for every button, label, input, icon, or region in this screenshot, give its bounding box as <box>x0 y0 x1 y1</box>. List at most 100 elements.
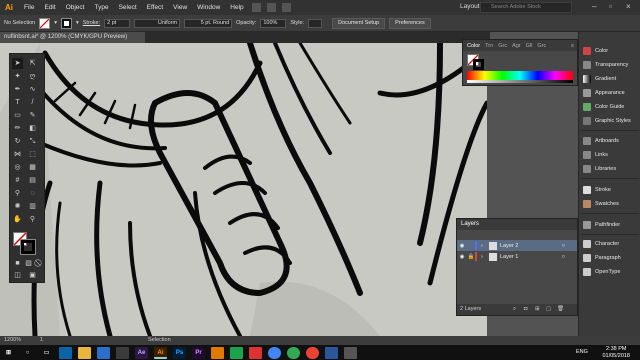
target-circle-icon[interactable]: ○ <box>562 254 565 260</box>
line-tool-icon[interactable]: / <box>27 97 38 108</box>
gradient-mode-icon[interactable]: ▧ <box>23 258 34 269</box>
make-clipping-mask-icon[interactable]: ◘ <box>524 304 527 315</box>
rotate-tool-icon[interactable]: ↻ <box>12 136 23 147</box>
tab-transparency[interactable]: Trn <box>485 43 493 49</box>
expand-arrow-icon[interactable]: › <box>481 254 489 260</box>
task-view-icon[interactable]: ▭ <box>40 347 53 359</box>
lasso-tool-icon[interactable]: ღ <box>27 71 38 82</box>
selection-tool-icon[interactable]: ➤ <box>12 58 23 69</box>
document-tab[interactable]: nuflinbsnt.ai* @ 1200% (CMYK/GPU Preview… <box>0 32 145 43</box>
zoom-level[interactable]: 1200% <box>4 336 21 345</box>
type-tool-icon[interactable]: T <box>12 97 23 108</box>
draw-mode-icon[interactable]: ◫ <box>12 270 23 281</box>
blend-tool-icon[interactable]: ◌ <box>27 188 38 199</box>
panel-libraries[interactable]: Libraries <box>583 162 639 175</box>
width-tool-icon[interactable]: ⋈ <box>12 149 23 160</box>
search-icon[interactable]: ○ <box>21 347 34 359</box>
panel-artboards[interactable]: Artboards <box>583 134 639 147</box>
stroke-swatch[interactable] <box>60 17 72 29</box>
new-sublayer-icon[interactable]: ⊞ <box>535 304 540 315</box>
panel-swatches[interactable]: Swatches <box>583 197 639 210</box>
menu-object[interactable]: Object <box>66 4 85 11</box>
menu-type[interactable]: Type <box>94 4 108 11</box>
fill-dropdown-icon[interactable]: ▾ <box>54 20 57 26</box>
panel-links[interactable]: Links <box>583 148 639 161</box>
opacity-field[interactable]: 100% <box>260 18 287 28</box>
visibility-eye-icon[interactable]: ◉ <box>457 254 467 260</box>
scale-tool-icon[interactable]: ⤡ <box>27 136 38 147</box>
panel-paragraph[interactable]: Paragraph <box>583 251 639 264</box>
chrome-icon[interactable] <box>268 346 281 359</box>
stroke-color-box[interactable] <box>20 239 36 255</box>
panel-color-guide[interactable]: Color Guide <box>583 100 639 113</box>
color-stroke-swatch[interactable] <box>473 59 484 70</box>
menu-file[interactable]: File <box>24 4 34 11</box>
menu-view[interactable]: View <box>173 4 187 11</box>
curvature-tool-icon[interactable]: ∿ <box>27 84 38 95</box>
app-icon[interactable] <box>344 346 357 359</box>
tab-graphic-styles[interactable]: Grc <box>537 43 546 49</box>
language-indicator[interactable]: ENG <box>576 349 588 355</box>
mesh-tool-icon[interactable]: # <box>12 175 23 186</box>
panel-stroke[interactable]: Stroke <box>583 183 639 196</box>
perspective-grid-tool-icon[interactable]: ▦ <box>27 162 38 173</box>
app-icon[interactable] <box>249 346 262 359</box>
chrome-icon[interactable] <box>306 346 319 359</box>
locate-object-icon[interactable]: ⌕ <box>513 304 516 315</box>
system-clock[interactable]: 2:38 PM 01/05/2018 <box>602 346 630 359</box>
panel-opentype[interactable]: OpenType <box>583 265 639 278</box>
new-layer-icon[interactable]: ▢ <box>546 304 551 315</box>
variable-width-profile[interactable]: Uniform <box>134 18 181 28</box>
screen-mode-icon[interactable]: ▣ <box>27 270 38 281</box>
panel-pathfinder[interactable]: Pathfinder <box>583 218 639 231</box>
tab-appearance[interactable]: Agr <box>512 43 521 49</box>
brush-definition[interactable]: 5 pt. Round <box>184 18 233 28</box>
color-spectrum[interactable] <box>467 71 573 80</box>
visibility-eye-icon[interactable]: ◉ <box>457 243 467 249</box>
gradient-tool-icon[interactable]: ▤ <box>27 175 38 186</box>
panel-character[interactable]: Character <box>583 237 639 250</box>
direct-selection-tool-icon[interactable]: ⇱ <box>27 58 38 69</box>
eraser-tool-icon[interactable]: ◧ <box>27 123 38 134</box>
app-icon[interactable] <box>230 346 243 359</box>
tab-color[interactable]: Color <box>467 43 480 49</box>
none-mode-icon[interactable]: ⃠ <box>34 258 45 269</box>
shape-builder-tool-icon[interactable]: ◎ <box>12 162 23 173</box>
panel-appearance[interactable]: Appearance <box>583 86 639 99</box>
illustrator-icon[interactable]: Ai <box>154 346 167 359</box>
vlc-icon[interactable] <box>211 346 224 359</box>
menu-help[interactable]: Help <box>230 4 243 11</box>
layers-panel-title[interactable]: Layers <box>457 219 577 230</box>
brush-icon[interactable] <box>281 3 291 12</box>
bridge-icon[interactable] <box>251 3 261 12</box>
lock-icon[interactable]: 🔒 <box>467 254 475 260</box>
file-explorer-icon[interactable] <box>78 346 91 359</box>
panel-color[interactable]: Color <box>583 44 639 57</box>
menu-effect[interactable]: Effect <box>147 4 164 11</box>
windows-start-icon[interactable]: ⊞ <box>2 347 15 359</box>
minimize-icon[interactable]: – <box>592 2 596 11</box>
stroke-label[interactable]: Stroke: <box>83 20 100 26</box>
menu-edit[interactable]: Edit <box>44 4 55 11</box>
symbol-sprayer-tool-icon[interactable]: ✺ <box>12 201 23 212</box>
expand-arrow-icon[interactable]: › <box>481 243 489 249</box>
chrome-icon[interactable] <box>287 346 300 359</box>
artboard-canvas[interactable] <box>0 43 487 336</box>
arrange-icon[interactable] <box>266 3 276 12</box>
preferences-button[interactable]: Preferences <box>389 17 431 29</box>
hand-tool-icon[interactable]: ✋ <box>12 214 23 225</box>
menu-select[interactable]: Select <box>119 4 137 11</box>
pen-tool-icon[interactable]: ✒ <box>12 84 23 95</box>
target-circle-icon[interactable]: ○ <box>562 243 565 249</box>
tab-gradient[interactable]: Grc <box>498 43 507 49</box>
pencil-tool-icon[interactable]: ✏ <box>12 123 23 134</box>
paintbrush-tool-icon[interactable]: ✎ <box>27 110 38 121</box>
maximize-icon[interactable]: ▫ <box>609 2 612 11</box>
panel-gradient[interactable]: Gradient <box>583 72 639 85</box>
color-mode-icon[interactable]: ■ <box>12 258 23 269</box>
artboard-navigator[interactable]: 1 <box>40 336 43 345</box>
magic-wand-tool-icon[interactable]: ✦ <box>12 71 23 82</box>
column-graph-tool-icon[interactable]: ▥ <box>27 201 38 212</box>
document-setup-button[interactable]: Document Setup <box>332 17 386 29</box>
app-icon[interactable] <box>325 346 338 359</box>
